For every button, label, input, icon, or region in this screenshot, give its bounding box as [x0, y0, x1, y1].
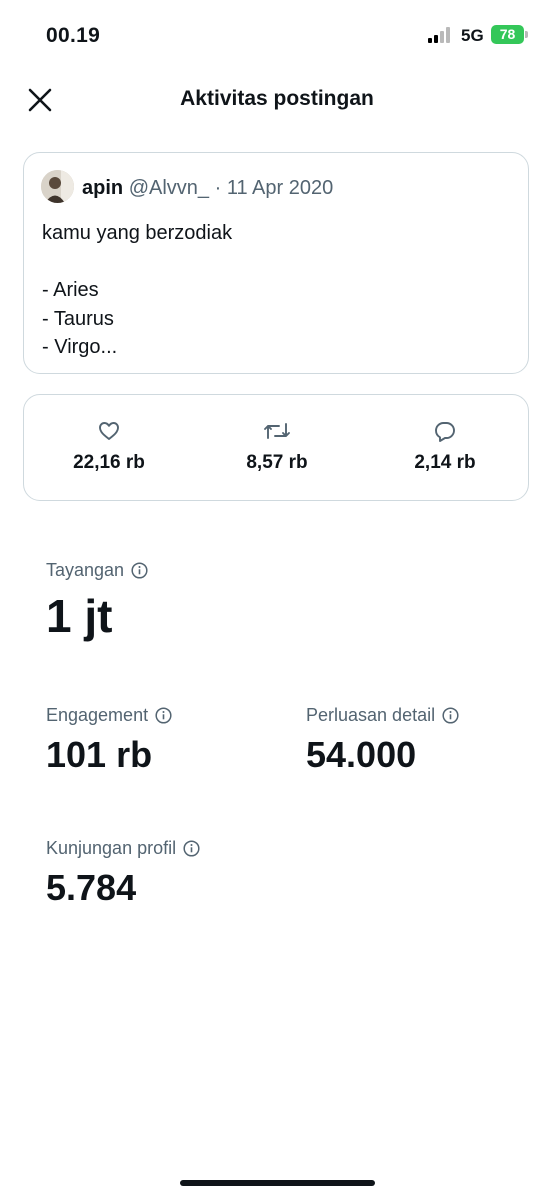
- home-indicator[interactable]: [180, 1180, 375, 1186]
- profile-visits-label: Kunjungan profil: [46, 838, 177, 858]
- meta-separator: ·: [214, 177, 222, 199]
- metric-impressions: Tayangan 1 jt: [46, 560, 148, 643]
- status-time: 00.19: [46, 24, 101, 47]
- metric-engagements: Engagement 101 rb: [46, 705, 172, 776]
- detail-expands-label: Perluasan detail: [306, 705, 436, 725]
- reply-icon: [435, 422, 455, 442]
- signal-icon: [428, 27, 454, 43]
- post-text: kamu yang berzodiak - Aries - Taurus - V…: [42, 222, 233, 358]
- post-preview-card[interactable]: apin @Alvvn_ · 11 Apr 2020 kamu yang ber…: [23, 152, 529, 374]
- reposts-stat: 8,57 rb: [207, 419, 347, 474]
- info-icon[interactable]: [183, 840, 200, 857]
- engagements-label: Engagement: [46, 705, 149, 725]
- network-type: 5G: [461, 26, 484, 45]
- metric-profile-visits: Kunjungan profil 5.784: [46, 838, 200, 909]
- author-name[interactable]: apin: [82, 177, 123, 199]
- reposts-count: 8,57 rb: [246, 452, 308, 473]
- repost-icon: [264, 423, 290, 439]
- author-handle[interactable]: @Alvvn_: [129, 177, 209, 199]
- likes-count: 22,16 rb: [73, 452, 145, 473]
- status-bar: 00.19 5G 78: [0, 0, 554, 70]
- metric-detail-expands: Perluasan detail 54.000: [306, 705, 459, 776]
- page-header: Aktivitas postingan: [0, 78, 554, 122]
- battery-icon: 78: [491, 25, 524, 44]
- info-icon[interactable]: [442, 707, 459, 724]
- detail-expands-value: 54.000: [306, 734, 417, 775]
- profile-visits-value: 5.784: [46, 867, 137, 908]
- impressions-value: 1 jt: [46, 590, 113, 642]
- heart-icon: [99, 422, 119, 440]
- avatar[interactable]: [41, 170, 74, 203]
- replies-count: 2,14 rb: [414, 452, 476, 473]
- battery-tip: [525, 31, 528, 38]
- impressions-label: Tayangan: [46, 560, 125, 580]
- post-date: 11 Apr 2020: [226, 177, 334, 199]
- likes-stat: 22,16 rb: [39, 419, 179, 474]
- replies-stat: 2,14 rb: [375, 419, 515, 474]
- page-title: Aktivitas postingan: [180, 87, 374, 110]
- engagements-value: 101 rb: [46, 734, 153, 775]
- info-icon[interactable]: [155, 707, 172, 724]
- post-author-line: apin @Alvvn_ · 11 Apr 2020: [82, 177, 333, 200]
- info-icon[interactable]: [131, 562, 148, 579]
- engagement-stats-card: 22,16 rb 8,57 rb 2,14 rb: [23, 394, 529, 501]
